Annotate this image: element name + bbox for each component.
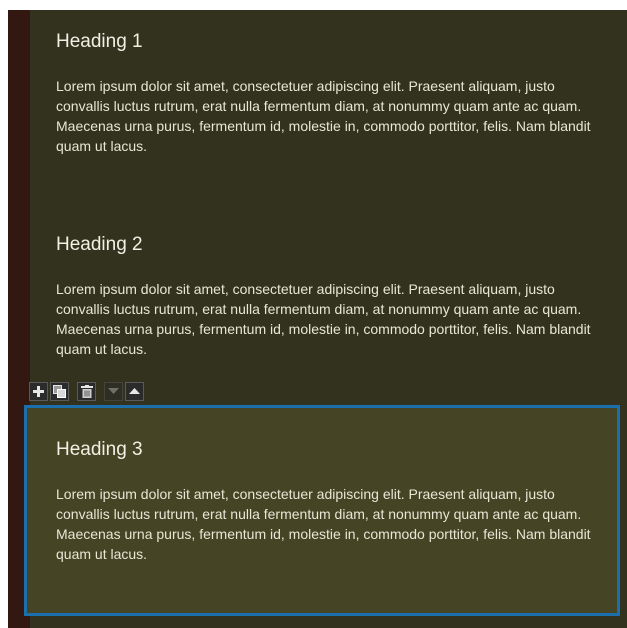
block-heading: Heading 3 <box>56 439 143 460</box>
block-heading: Heading 2 <box>56 234 143 255</box>
duplicate-block-button[interactable] <box>50 381 69 401</box>
content-block-3[interactable]: Heading 3 Lorem ipsum dolor sit amet, co… <box>56 438 596 564</box>
add-block-button[interactable] <box>29 381 48 401</box>
editor-canvas: Heading 1 Lorem ipsum dolor sit amet, co… <box>0 0 627 628</box>
block-heading: Heading 1 <box>56 31 143 52</box>
block-paragraph: Lorem ipsum dolor sit amet, consectetuer… <box>56 78 591 154</box>
delete-block-button[interactable] <box>77 381 96 401</box>
block-paragraph: Lorem ipsum dolor sit amet, consectetuer… <box>56 281 591 357</box>
plus-icon <box>33 385 44 397</box>
trash-icon <box>80 384 93 398</box>
duplicate-icon <box>53 384 66 398</box>
content-block-2[interactable]: Heading 2 Lorem ipsum dolor sit amet, co… <box>56 233 596 359</box>
content-block-1[interactable]: Heading 1 Lorem ipsum dolor sit amet, co… <box>56 30 596 156</box>
block-paragraph: Lorem ipsum dolor sit amet, consectetuer… <box>56 486 591 562</box>
move-down-button[interactable] <box>104 381 123 401</box>
move-up-icon <box>129 387 140 394</box>
move-up-button[interactable] <box>125 381 144 401</box>
move-down-icon <box>108 387 119 394</box>
block-toolbar <box>29 379 144 403</box>
